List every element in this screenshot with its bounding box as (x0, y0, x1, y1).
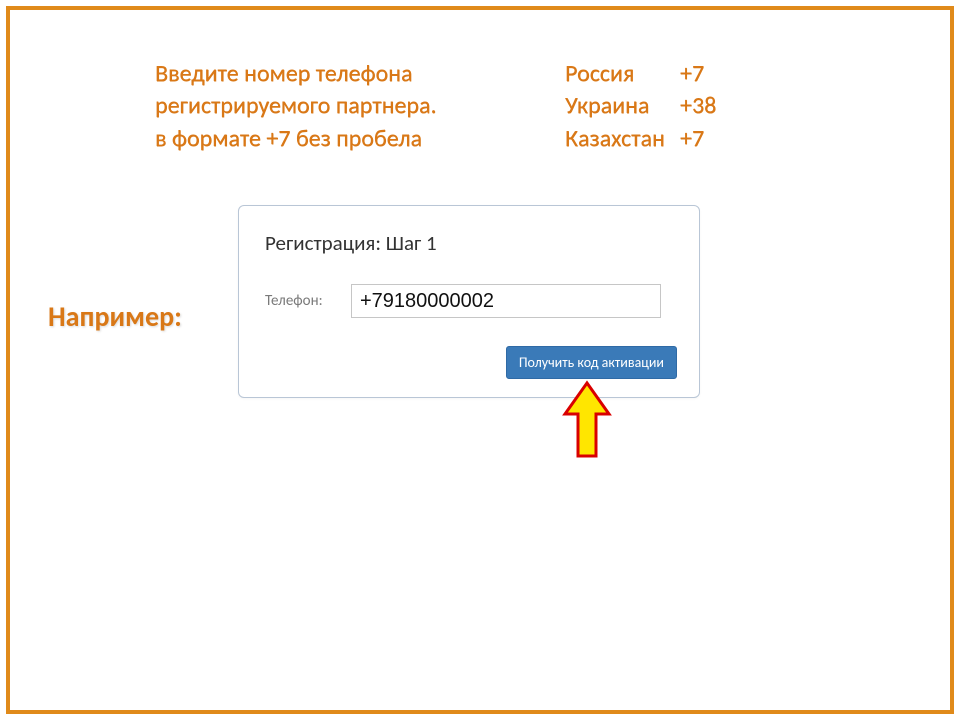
country-code: +38 (680, 90, 716, 122)
country-code: +7 (680, 58, 704, 90)
phone-field-row: Телефон: (265, 284, 677, 318)
country-codes-block: Россия +7 Украина +38 Казахстан +7 (565, 58, 716, 155)
instructions-block: Введите номер телефона регистрируемого п… (155, 58, 437, 155)
instructions-line-3: в формате +7 без пробела (155, 123, 437, 155)
country-code-row: Казахстан +7 (565, 123, 716, 155)
instructions-line-2: регистрируемого партнера. (155, 90, 437, 122)
country-code-row: Украина +38 (565, 90, 716, 122)
country-code-row: Россия +7 (565, 58, 716, 90)
phone-label: Телефон: (265, 292, 351, 310)
registration-card: Регистрация: Шаг 1 Телефон: Получить код… (238, 205, 700, 398)
card-title: Регистрация: Шаг 1 (265, 230, 677, 256)
instructions-line-1: Введите номер телефона (155, 58, 437, 90)
country-code: +7 (680, 123, 704, 155)
country-name: Украина (565, 90, 680, 122)
page-frame: Введите номер телефона регистрируемого п… (6, 6, 954, 714)
phone-input[interactable] (351, 284, 661, 318)
country-name: Казахстан (565, 123, 680, 155)
example-label: Например: (48, 299, 182, 334)
country-name: Россия (565, 58, 680, 90)
get-activation-code-button[interactable]: Получить код активации (506, 346, 677, 379)
